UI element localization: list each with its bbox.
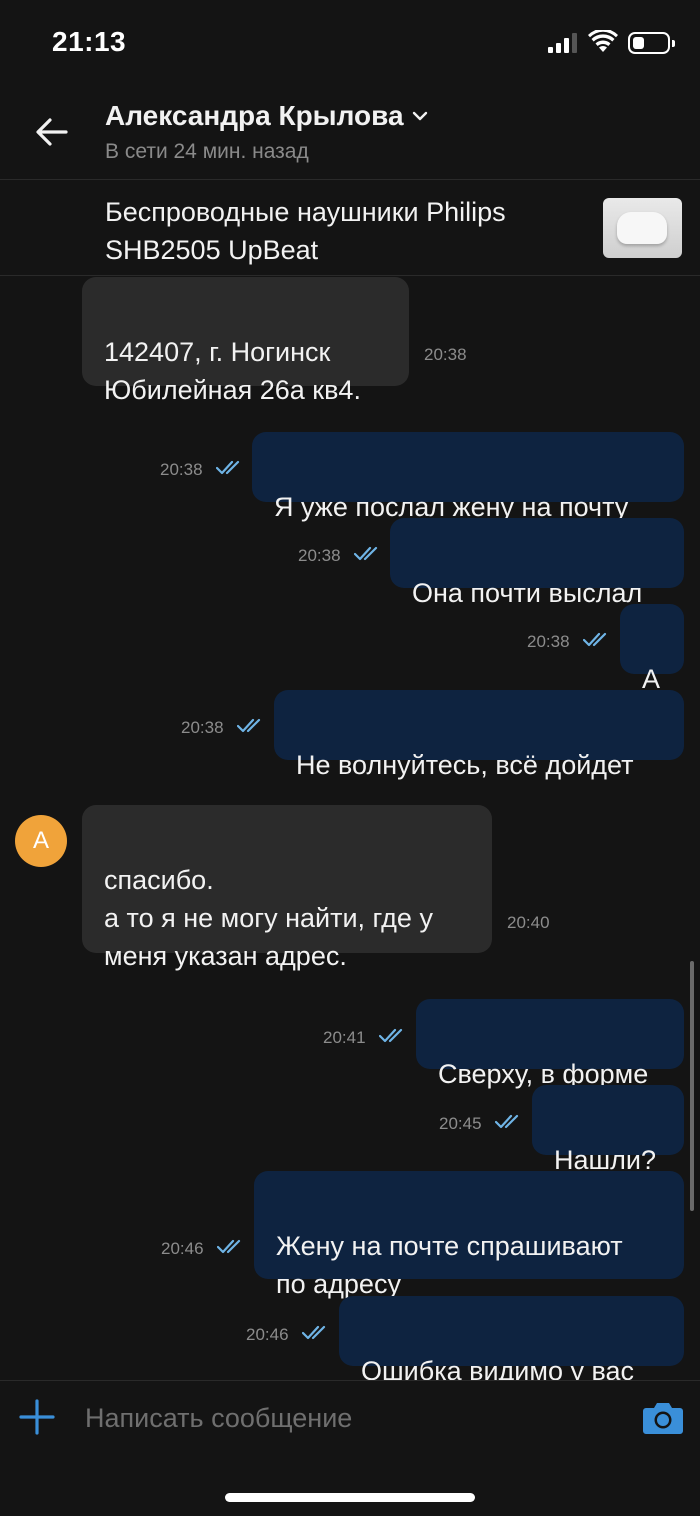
outgoing-message-bubble[interactable]: Не волнуйтесь, всё дойдет [274, 690, 684, 780]
chat-header: Александра Крылова В сети 24 мин. назад [0, 88, 700, 180]
outgoing-message-bubble[interactable]: Она почти выслал [390, 518, 684, 608]
read-receipt-icon [354, 546, 378, 561]
message-time: 20:40 [507, 913, 550, 932]
message-time: 20:41 [323, 1028, 366, 1047]
message-time: 20:38 [181, 718, 224, 737]
battery-icon [628, 32, 675, 54]
contact-name[interactable]: Александра Крылова [105, 100, 404, 132]
read-receipt-icon [237, 718, 261, 733]
message-text: Жену на почте спрашивают по адресу [276, 1231, 623, 1299]
outgoing-message-bubble[interactable]: Нашли? [532, 1085, 684, 1175]
outgoing-message-bubble[interactable]: Ошибка видимо у вас [339, 1296, 684, 1380]
read-receipt-icon [379, 1028, 403, 1043]
product-title[interactable]: Беспроводные наушники Philips SHB2505 Up… [105, 193, 575, 269]
cellular-signal-icon [548, 33, 577, 53]
read-receipt-icon [302, 1325, 326, 1340]
outgoing-message-bubble[interactable]: Сверху, в форме [416, 999, 684, 1089]
message-time: 20:38 [160, 460, 203, 479]
message-time: 20:46 [246, 1325, 289, 1344]
outgoing-message-bubble[interactable]: Я уже послал жену на почту [252, 432, 684, 522]
battery-level [633, 37, 644, 49]
chevron-down-icon[interactable] [412, 110, 428, 122]
message-time: 20:38 [424, 345, 467, 364]
message-input[interactable] [85, 1395, 615, 1441]
message-list[interactable]: 142407, г. Ногинск Юбилейная 26а кв4. 20… [0, 277, 700, 1380]
avatar[interactable]: А [15, 815, 67, 867]
incoming-message-bubble[interactable]: спасибо. а то я не могу найти, где у мен… [82, 805, 492, 971]
message-time: 20:45 [439, 1114, 482, 1133]
message-time: 20:46 [161, 1239, 204, 1258]
message-time: 20:38 [527, 632, 570, 651]
message-text: Она почти выслал [412, 578, 643, 608]
message-text: Не волнуйтесь, всё дойдет [296, 750, 634, 780]
read-receipt-icon [495, 1114, 519, 1129]
incoming-message-bubble[interactable]: 142407, г. Ногинск Юбилейная 26а кв4. [82, 277, 409, 405]
scrollbar[interactable] [690, 961, 694, 1211]
camera-icon[interactable] [642, 1399, 684, 1435]
home-indicator[interactable] [225, 1493, 475, 1502]
read-receipt-icon [216, 460, 240, 475]
message-time: 20:38 [298, 546, 341, 565]
product-bar[interactable]: Беспроводные наушники Philips SHB2505 Up… [0, 181, 700, 276]
contact-status: В сети 24 мин. назад [105, 140, 309, 163]
status-time: 21:13 [52, 26, 127, 57]
message-composer [0, 1380, 700, 1516]
message-text: Ошибка видимо у вас [361, 1356, 635, 1380]
read-receipt-icon [217, 1239, 241, 1254]
message-text: 142407, г. Ногинск Юбилейная 26а кв4. [104, 337, 361, 405]
outgoing-message-bubble[interactable]: А [620, 604, 684, 694]
back-arrow-icon[interactable] [30, 110, 74, 154]
read-receipt-icon [583, 632, 607, 647]
message-text: спасибо. а то я не могу найти, где у мен… [104, 865, 433, 971]
wifi-icon [588, 30, 618, 52]
outgoing-message-bubble[interactable]: Жену на почте спрашивают по адресу [254, 1171, 684, 1299]
status-bar: 21:13 [0, 0, 700, 88]
plus-icon[interactable] [18, 1398, 56, 1436]
product-thumbnail[interactable] [603, 198, 682, 258]
earbuds-case-image [617, 212, 667, 244]
